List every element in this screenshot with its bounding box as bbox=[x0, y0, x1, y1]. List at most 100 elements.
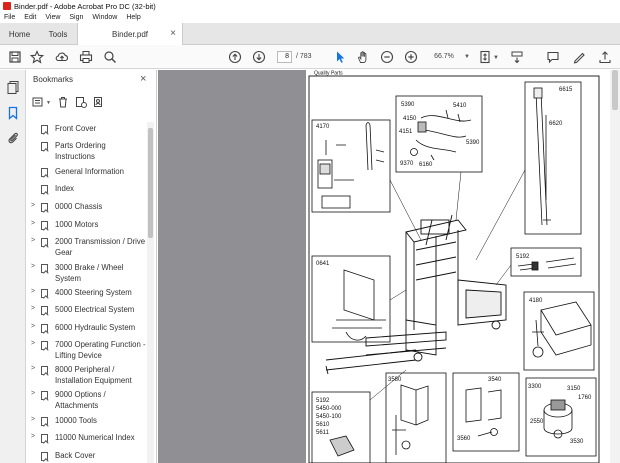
expand-chevron-icon[interactable]: > bbox=[31, 416, 35, 423]
callout-3300: 3300 bbox=[528, 384, 542, 390]
expand-chevron-icon[interactable]: > bbox=[31, 263, 35, 270]
callout-5410: 5410 bbox=[453, 103, 467, 109]
close-panel-icon[interactable]: × bbox=[140, 73, 146, 85]
expand-chevron-icon[interactable]: > bbox=[31, 323, 35, 330]
bookmarks-scroll-thumb[interactable] bbox=[148, 128, 153, 238]
tab-home[interactable]: Home bbox=[0, 23, 39, 45]
search-icon[interactable] bbox=[103, 50, 117, 64]
attachments-icon[interactable] bbox=[6, 131, 20, 145]
callout-5390-b: 5390 bbox=[466, 140, 480, 146]
hand-icon[interactable] bbox=[356, 50, 370, 64]
callout-5610: 5610 bbox=[316, 422, 330, 428]
page-thumbnails-icon[interactable] bbox=[6, 80, 20, 94]
star-icon[interactable] bbox=[30, 50, 44, 64]
acrobat-app-icon bbox=[3, 2, 11, 10]
close-tab-icon[interactable]: × bbox=[170, 28, 176, 39]
fit-dropdown-icon[interactable]: ▼ bbox=[493, 55, 499, 61]
comment-icon[interactable] bbox=[546, 50, 560, 64]
expand-chevron-icon[interactable]: > bbox=[31, 340, 35, 347]
bookmark-icon bbox=[41, 142, 48, 151]
bookmark-label: 10000 Tools bbox=[55, 416, 97, 425]
pdf-page[interactable]: Quality Parts 4170 5390 5410 4150 4151 5… bbox=[306, 70, 610, 463]
sign-icon[interactable] bbox=[572, 50, 586, 64]
bookmark-icon bbox=[41, 324, 48, 333]
callout-3530: 3530 bbox=[570, 439, 584, 445]
bookmark-label: Front Cover bbox=[55, 124, 97, 133]
bookmark-icon bbox=[41, 168, 48, 177]
print-icon[interactable] bbox=[79, 50, 93, 64]
callout-3560: 3560 bbox=[457, 436, 471, 442]
bookmark-icon bbox=[41, 341, 48, 350]
document-scroll-thumb[interactable] bbox=[612, 70, 618, 110]
expand-chevron-icon[interactable]: > bbox=[31, 202, 35, 209]
options-dropdown-icon[interactable]: ▼ bbox=[46, 100, 51, 106]
document-scrollbar[interactable] bbox=[610, 70, 620, 463]
zoom-level[interactable]: 66.7% bbox=[426, 51, 462, 63]
bookmark-icon bbox=[41, 264, 48, 273]
window-title: Binder.pdf - Adobe Acrobat Pro DC (32-bi… bbox=[14, 1, 156, 11]
bookmark-icon bbox=[41, 289, 48, 298]
expand-chevron-icon[interactable]: > bbox=[31, 365, 35, 372]
expand-chevron-icon[interactable]: > bbox=[31, 305, 35, 312]
toolbar: 8 / 783 66.7% ▼ ▼ bbox=[0, 45, 620, 69]
bookmarks-panel-icon[interactable] bbox=[6, 106, 20, 120]
callout-4150: 4150 bbox=[403, 116, 417, 122]
page-number-input[interactable]: 8 bbox=[277, 51, 292, 63]
bookmark-label: 0000 Chassis bbox=[55, 202, 103, 211]
bookmark-icon bbox=[41, 417, 48, 426]
expand-chevron-icon[interactable]: > bbox=[31, 390, 35, 397]
bookmarks-scrollbar[interactable] bbox=[147, 122, 154, 463]
share-icon[interactable] bbox=[598, 50, 612, 64]
tab-document[interactable]: Binder.pdf × bbox=[77, 23, 183, 45]
select-cursor-icon[interactable] bbox=[333, 50, 347, 64]
menu-window[interactable]: Window bbox=[92, 14, 117, 21]
page-down-icon[interactable] bbox=[252, 50, 266, 64]
callout-5450-100: 5450-100 bbox=[316, 414, 342, 420]
expand-chevron-icon[interactable]: > bbox=[31, 237, 35, 244]
menu-file[interactable]: File bbox=[4, 14, 15, 21]
bookmark-properties-icon[interactable] bbox=[93, 96, 105, 110]
bookmark-label: Back Cover bbox=[55, 451, 96, 460]
callout-4170: 4170 bbox=[316, 124, 330, 130]
scroll-mode-icon[interactable] bbox=[510, 50, 524, 64]
expand-chevron-icon[interactable]: > bbox=[31, 433, 35, 440]
menu-help[interactable]: Help bbox=[126, 14, 140, 21]
callout-9370: 9370 bbox=[400, 161, 414, 167]
title-bar: Binder.pdf - Adobe Acrobat Pro DC (32-bi… bbox=[0, 0, 620, 12]
bookmark-icon bbox=[41, 238, 48, 247]
zoom-out-icon[interactable] bbox=[380, 50, 394, 64]
bookmark-label: 6000 Hydraulic System bbox=[55, 323, 136, 332]
bookmark-icon bbox=[41, 306, 48, 315]
menu-view[interactable]: View bbox=[45, 14, 60, 21]
fit-page-icon[interactable] bbox=[478, 50, 492, 64]
callout-6620: 6620 bbox=[549, 121, 563, 127]
callout-2550: 2550 bbox=[530, 419, 544, 425]
bookmark-label: 1000 Motors bbox=[55, 220, 99, 229]
zoom-dropdown-icon[interactable]: ▼ bbox=[464, 54, 470, 60]
bookmark-label: 3000 Brake / Wheel System bbox=[55, 263, 124, 283]
upload-icon[interactable] bbox=[55, 50, 69, 64]
bookmark-icon bbox=[41, 203, 48, 212]
bookmark-icon bbox=[41, 434, 48, 443]
new-bookmark-icon[interactable] bbox=[75, 96, 87, 110]
bookmark-label: 11000 Numerical Index bbox=[55, 433, 135, 442]
bookmark-icon bbox=[41, 221, 48, 230]
menu-edit[interactable]: Edit bbox=[24, 14, 36, 21]
bookmark-icon bbox=[41, 452, 48, 461]
zoom-in-icon[interactable] bbox=[404, 50, 418, 64]
document-viewport: Quality Parts 4170 5390 5410 4150 4151 5… bbox=[158, 70, 620, 463]
save-icon[interactable] bbox=[8, 50, 22, 64]
callout-6615: 6615 bbox=[559, 87, 573, 93]
delete-bookmark-icon[interactable] bbox=[57, 96, 69, 110]
options-menu-icon[interactable] bbox=[32, 96, 44, 110]
callout-5390-a: 5390 bbox=[401, 102, 415, 108]
bookmark-label: 9000 Options / Attachments bbox=[55, 390, 106, 410]
tab-tools[interactable]: Tools bbox=[39, 23, 77, 45]
menu-sign[interactable]: Sign bbox=[69, 14, 83, 21]
expand-chevron-icon[interactable]: > bbox=[31, 220, 35, 227]
bookmark-label: 4000 Steering System bbox=[55, 288, 132, 297]
page-up-icon[interactable] bbox=[228, 50, 242, 64]
expand-chevron-icon[interactable]: > bbox=[31, 288, 35, 295]
bookmark-label: 2000 Transmission / Drive Gear bbox=[55, 237, 146, 257]
parts-diagram: Quality Parts 4170 5390 5410 4150 4151 5… bbox=[308, 71, 600, 463]
